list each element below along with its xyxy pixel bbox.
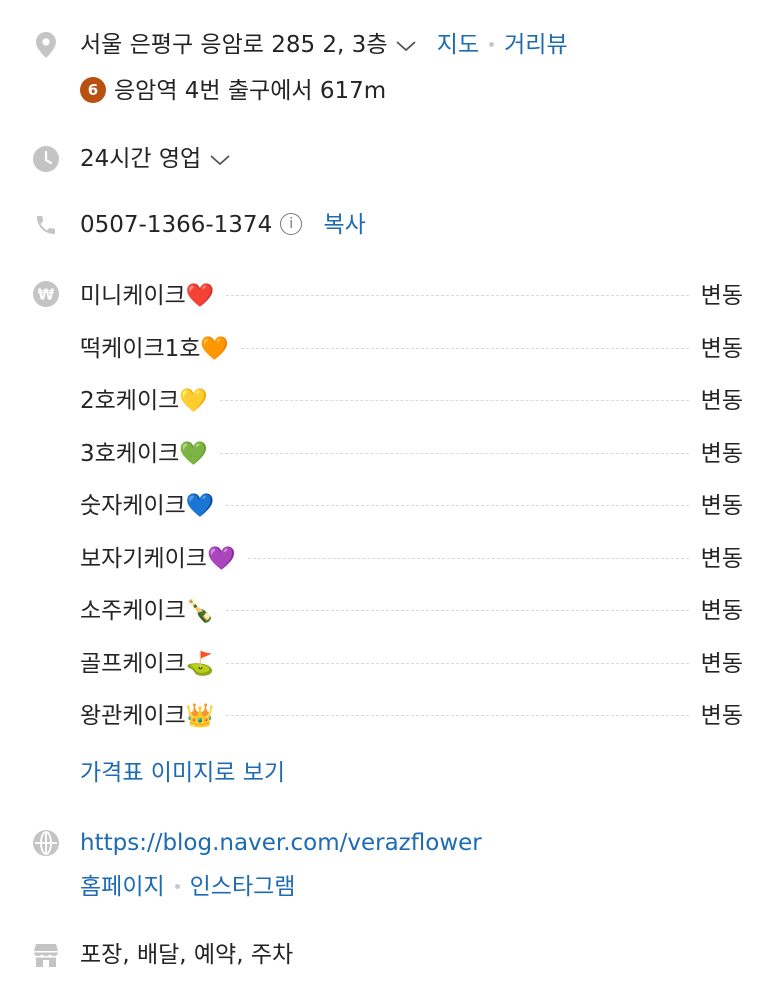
hours-section[interactable]: 24시간 영업 <box>0 142 773 176</box>
phone-section: 0507-1366-1374 i 복사 <box>0 208 773 242</box>
subway-text: 응암역 4번 출구에서 617m <box>114 78 387 104</box>
menu-item-name: 떡케이크1호🧡 <box>80 336 230 362</box>
hours-text: 24시간 영업 <box>80 146 202 172</box>
menu-item-name: 숫자케이크💙 <box>80 493 215 519</box>
phone-icon <box>33 212 59 238</box>
dotted-leader <box>219 399 689 401</box>
menu-item-name: 왕관케이크👑 <box>80 703 215 729</box>
menu-item-price: 변동 <box>700 283 743 309</box>
dotted-leader <box>226 294 689 296</box>
instagram-link[interactable]: 인스타그램 <box>190 874 296 900</box>
menu-item: 미니케이크❤️ 변동 <box>80 278 743 309</box>
website-section: https://blog.naver.com/verazflower 홈페이지 인… <box>0 826 773 906</box>
website-url[interactable]: https://blog.naver.com/verazflower <box>80 828 482 858</box>
dotted-leader <box>226 714 689 716</box>
menu-item-name: 보자기케이크💜 <box>80 546 236 572</box>
menu-item: 골프케이크⛳ 변동 <box>80 646 743 677</box>
chevron-down-icon[interactable] <box>395 31 417 61</box>
dotted-leader <box>226 609 689 611</box>
address-line: 서울 은평구 응암로 285 2, 3층 지도 거리뷰 <box>80 30 568 61</box>
info-icon[interactable]: i <box>280 212 303 235</box>
menu-item-name: 2호케이크💛 <box>80 388 208 414</box>
dotted-leader <box>241 347 689 349</box>
copy-button[interactable]: 복사 <box>324 212 366 238</box>
separator-dot <box>489 41 495 47</box>
menu-item-price: 변동 <box>700 336 743 362</box>
menu-item: 보자기케이크💜 변동 <box>80 541 743 572</box>
menu-item-name: 미니케이크❤️ <box>80 283 215 309</box>
clock-icon <box>33 146 59 172</box>
subway-line-badge: 6 <box>80 76 106 103</box>
menu-item: 숫자케이크💙 변동 <box>80 488 743 519</box>
dotted-leader <box>226 504 689 506</box>
menu-item: 왕관케이크👑 변동 <box>80 698 743 729</box>
address-text[interactable]: 서울 은평구 응암로 285 2, 3층 <box>80 32 387 58</box>
menu-item-price: 변동 <box>700 651 743 677</box>
menu-item-price: 변동 <box>700 546 743 572</box>
separator-dot <box>174 883 180 889</box>
location-pin-icon <box>33 32 59 58</box>
chevron-down-icon[interactable] <box>209 145 231 175</box>
menu-item-price: 변동 <box>700 493 743 519</box>
menu-item-name: 소주케이크🍾 <box>80 598 215 624</box>
menu-item: 소주케이크🍾 변동 <box>80 593 743 624</box>
menu-item: 2호케이크💛 변동 <box>80 383 743 414</box>
menu-item-name: 골프케이크⛳ <box>80 651 215 677</box>
street-view-link[interactable]: 거리뷰 <box>504 32 567 58</box>
dotted-leader <box>219 452 689 454</box>
map-link[interactable]: 지도 <box>437 32 479 58</box>
menu-item: 3호케이크💚 변동 <box>80 436 743 467</box>
menu-item: 떡케이크1호🧡 변동 <box>80 331 743 362</box>
menu-item-price: 변동 <box>700 703 743 729</box>
phone-number[interactable]: 0507-1366-1374 <box>80 212 272 238</box>
homepage-link[interactable]: 홈페이지 <box>80 874 165 900</box>
menu-item-price: 변동 <box>700 598 743 624</box>
address-section: 서울 은평구 응암로 285 2, 3층 지도 거리뷰 6 응암역 4번 출구에서 … <box>0 28 773 108</box>
amenities-text: 포장, 배달, 예약, 주차 <box>80 942 294 968</box>
price-image-link[interactable]: 가격표 이미지로 보기 <box>80 758 285 788</box>
menu-item-price: 변동 <box>700 388 743 414</box>
menu-item-name: 3호케이크💚 <box>80 441 208 467</box>
store-icon <box>33 942 59 968</box>
won-currency-icon: ₩ <box>33 281 59 307</box>
social-links: 홈페이지 인스타그램 <box>80 872 295 902</box>
svg-text:₩: ₩ <box>38 286 55 304</box>
globe-icon <box>33 830 59 856</box>
dotted-leader <box>226 662 689 664</box>
menu-item-price: 변동 <box>700 441 743 467</box>
amenities-section: 포장, 배달, 예약, 주차 <box>0 938 773 972</box>
subway-info: 6 응암역 4번 출구에서 617m <box>80 76 386 106</box>
dotted-leader <box>247 557 689 559</box>
